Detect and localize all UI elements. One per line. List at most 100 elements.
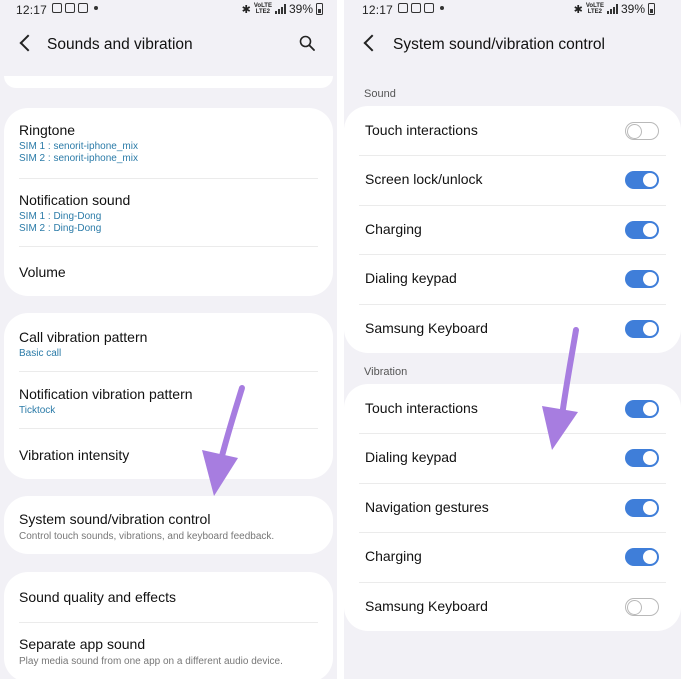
vibration-dialing-keypad-toggle[interactable] <box>625 449 659 468</box>
back-icon[interactable] <box>363 34 381 52</box>
vibration-section-header: Vibration <box>364 366 408 378</box>
sounds-and-vibration-screen: 12:17 ✱ VoLTE LTE2 39% Sounds and vibrati… <box>0 0 337 679</box>
status-time: 12:17 <box>362 3 394 17</box>
sound-screen-lock-unlock-toggle[interactable] <box>625 171 659 190</box>
lte-icon: VoLTE LTE2 <box>585 3 604 15</box>
sound-dialing-keypad-label: Dialing keypad <box>365 270 457 287</box>
status-time: 12:17 <box>16 3 48 17</box>
sound-quality-title: Sound quality and effects <box>19 589 176 605</box>
vibration-charging-row[interactable]: Charging <box>348 532 677 581</box>
bluetooth-icon: ✱ <box>573 3 583 16</box>
sound-screen-lock-unlock-label: Screen lock/unlock <box>365 171 483 188</box>
sound-section-header: Sound <box>364 88 396 100</box>
sound-samsung-keyboard-label: Samsung Keyboard <box>365 319 488 336</box>
app-bar: Sounds and vibration <box>0 26 337 62</box>
vibration-settings-card: Touch interactions Dialing keypad Navigati… <box>344 384 681 631</box>
separate-app-sound-desc: Play media sound from one app on a diffe… <box>19 656 283 667</box>
ringtone-title: Ringtone <box>19 122 76 138</box>
vibration-touch-interactions-label: Touch interactions <box>365 400 478 416</box>
vibration-dialing-keypad-label: Dialing keypad <box>365 449 457 466</box>
gallery-notification-icon <box>52 3 62 13</box>
status-bar: 12:17 ✱ VoLTE LTE2 39% <box>344 0 681 18</box>
vibration-dialing-keypad-row[interactable]: Dialing keypad <box>348 433 677 482</box>
vibration-navigation-gestures-row[interactable]: Navigation gestures <box>348 483 677 532</box>
lte-icon: VoLTE LTE2 <box>253 3 272 15</box>
scrolled-card-edge <box>4 76 333 88</box>
sound-touch-interactions-label: Touch interactions <box>365 122 478 138</box>
vibration-touch-interactions-toggle[interactable] <box>625 400 659 418</box>
signal-icon <box>606 4 618 14</box>
notification-vibration-pattern-item[interactable]: Notification vibration pattern Ticktock <box>19 386 318 417</box>
app-notification-icon <box>78 3 88 13</box>
system-control-card: System sound/vibration control Control t… <box>4 496 333 554</box>
vibration-navigation-gestures-label: Navigation gestures <box>365 498 489 515</box>
notification-icons <box>52 3 98 13</box>
sound-settings-card: Touch interactions Screen lock/unlock Char… <box>344 106 681 353</box>
sound-screen-lock-unlock-row[interactable]: Screen lock/unlock <box>348 155 677 204</box>
page-title: Sounds and vibration <box>47 36 193 53</box>
back-icon[interactable] <box>19 34 37 52</box>
notification-icons <box>398 3 444 13</box>
system-control-desc: Control touch sounds, vibrations, and ke… <box>19 531 275 542</box>
sound-touch-interactions-row[interactable]: Touch interactions <box>348 106 677 155</box>
ringtone-sim2: SIM 2 : senorit-iphone_mix <box>19 153 138 164</box>
notification-vibration-value: Ticktock <box>19 405 56 416</box>
battery-icon <box>648 3 655 15</box>
more-notifications-icon <box>440 6 444 10</box>
sound-charging-toggle[interactable] <box>625 220 659 239</box>
vibration-charging-label: Charging <box>365 548 422 565</box>
status-bar: 12:17 ✱ VoLTE LTE2 39% <box>0 0 337 18</box>
signal-icon <box>274 4 286 14</box>
divider <box>19 622 318 623</box>
sound-quality-item[interactable]: Sound quality and effects <box>19 589 318 605</box>
battery-percent: 39% <box>620 2 645 16</box>
vibration-samsung-keyboard-toggle[interactable] <box>625 597 659 616</box>
system-sound-vibration-control-item[interactable]: System sound/vibration control Control t… <box>19 511 318 542</box>
vibration-touch-interactions-row[interactable]: Touch interactions <box>348 384 677 433</box>
volume-item[interactable]: Volume <box>19 264 318 280</box>
sound-dialing-keypad-row[interactable]: Dialing keypad <box>348 254 677 303</box>
sound-samsung-keyboard-toggle[interactable] <box>625 319 659 338</box>
battery-icon <box>316 3 323 15</box>
status-right: ✱ VoLTE LTE2 39% <box>574 2 655 16</box>
notification-sound-item[interactable]: Notification sound SIM 1 : Ding-Dong SIM… <box>19 192 318 235</box>
separate-app-sound-item[interactable]: Separate app sound Play media sound from… <box>19 636 318 667</box>
ringtone-sim1: SIM 1 : senorit-iphone_mix <box>19 141 138 152</box>
separate-app-sound-title: Separate app sound <box>19 636 146 652</box>
bluetooth-icon: ✱ <box>241 3 251 16</box>
notification-sound-sim2: SIM 2 : Ding-Dong <box>19 223 102 234</box>
system-control-title: System sound/vibration control <box>19 511 211 527</box>
more-notifications-icon <box>94 6 98 10</box>
system-sound-vibration-control-screen: 12:17 ✱ VoLTE LTE2 39% System sound/vibra… <box>344 0 681 679</box>
app-bar: System sound/vibration control <box>344 26 681 62</box>
sound-samsung-keyboard-row[interactable]: Samsung Keyboard <box>348 304 677 353</box>
vibration-intensity-item[interactable]: Vibration intensity <box>19 447 318 463</box>
vibration-charging-toggle[interactable] <box>625 548 659 567</box>
call-vibration-pattern-item[interactable]: Call vibration pattern Basic call <box>19 329 318 360</box>
ringtone-item[interactable]: Ringtone SIM 1 : senorit-iphone_mix SIM … <box>19 122 318 165</box>
image-notification-icon <box>411 3 421 13</box>
sound-charging-label: Charging <box>365 220 422 237</box>
search-icon[interactable] <box>299 35 315 51</box>
battery-percent: 39% <box>288 2 313 16</box>
image-notification-icon <box>65 3 75 13</box>
divider <box>19 178 318 179</box>
divider <box>19 371 318 372</box>
screen-divider <box>337 0 344 679</box>
call-vibration-value: Basic call <box>19 348 62 359</box>
app-notification-icon <box>424 3 434 13</box>
volume-title: Volume <box>19 264 66 280</box>
notification-sound-title: Notification sound <box>19 192 131 208</box>
status-right: ✱ VoLTE LTE2 39% <box>242 2 323 16</box>
divider <box>19 246 318 247</box>
gallery-notification-icon <box>398 3 408 13</box>
page-title: System sound/vibration control <box>393 36 605 53</box>
sound-charging-row[interactable]: Charging <box>348 205 677 254</box>
vibration-navigation-gestures-toggle[interactable] <box>625 498 659 517</box>
divider <box>19 428 318 429</box>
notification-vibration-title: Notification vibration pattern <box>19 386 193 402</box>
call-vibration-title: Call vibration pattern <box>19 329 148 345</box>
sound-touch-interactions-toggle[interactable] <box>625 122 659 140</box>
vibration-samsung-keyboard-row[interactable]: Samsung Keyboard <box>348 582 677 631</box>
sound-dialing-keypad-toggle[interactable] <box>625 270 659 289</box>
